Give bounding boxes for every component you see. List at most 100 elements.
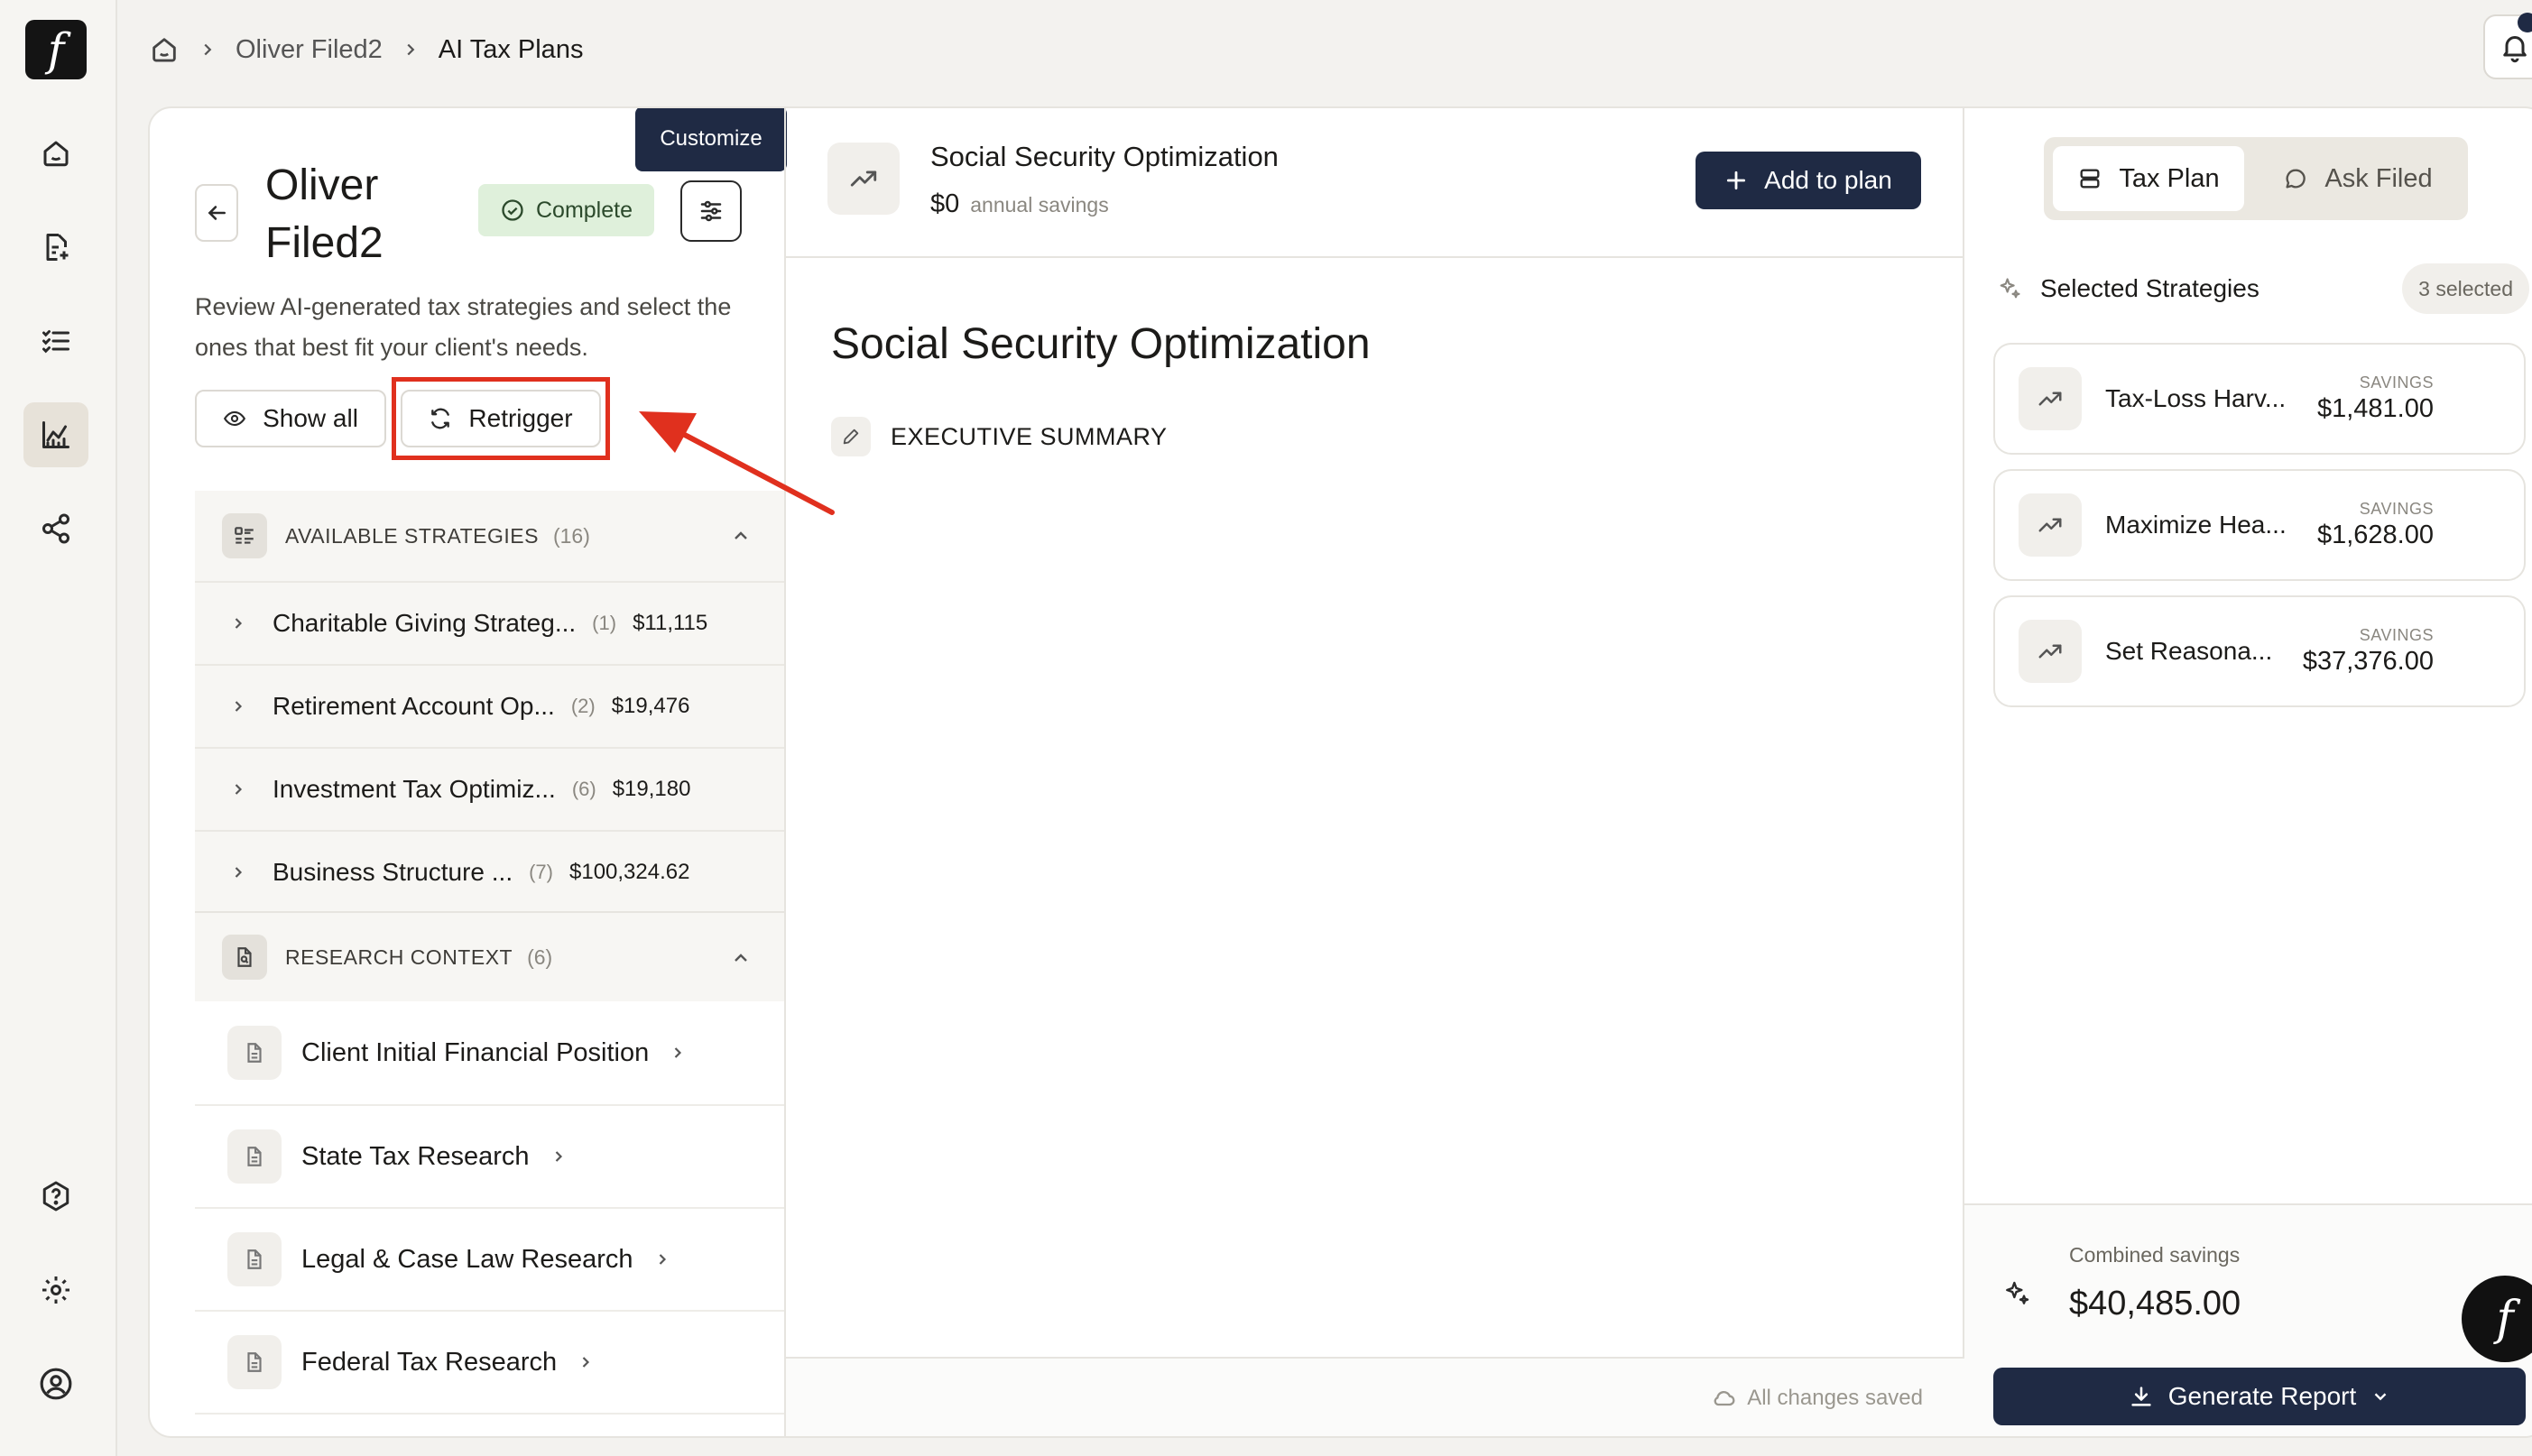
research-item-label: Client Initial Financial Position (301, 1037, 650, 1067)
savings-value: $1,481.00 (2316, 394, 2434, 423)
strategy-category-name: Business Structure ... (273, 858, 513, 886)
nav-help[interactable] (23, 1164, 88, 1229)
tab-tax-plan[interactable]: Tax Plan (2053, 146, 2244, 211)
nav-settings[interactable] (23, 1258, 88, 1322)
plus-icon (1724, 169, 1748, 192)
layers-icon (2077, 166, 2102, 191)
eye-icon (223, 407, 246, 430)
trending-up-icon (2019, 367, 2082, 430)
strategy-detail-panel: Social Security Optimization $0 annual s… (784, 108, 1964, 1436)
sparkle-icon (1997, 276, 2022, 301)
selected-strategy-name: Set Reasona... (2105, 637, 2273, 665)
document-icon (227, 1026, 282, 1080)
combined-savings-label: Combined savings (2069, 1243, 2241, 1267)
back-button[interactable] (195, 184, 238, 242)
executive-summary-section[interactable]: EXECUTIVE SUMMARY (831, 417, 1168, 456)
breadcrumb-client[interactable]: Oliver Filed2 (236, 35, 383, 65)
panel-tabs: Tax Plan Ask Filed (2044, 137, 2468, 220)
strategy-panel: Customize Oliver Filed2 Complete Review … (150, 108, 787, 1436)
nav-documents[interactable] (23, 215, 88, 280)
bell-icon (2499, 31, 2531, 63)
highlight-box (392, 377, 610, 460)
nav-home[interactable] (23, 121, 88, 186)
selected-strategies-header: Selected Strategies 3 selected (1997, 260, 2529, 318)
strategy-category-name: Charitable Giving Strateg... (273, 609, 577, 637)
research-item[interactable]: Federal Tax Research (195, 1310, 784, 1413)
savings-label: SAVINGS (2359, 626, 2434, 644)
annotation-arrow (639, 411, 835, 515)
chevron-up-icon (730, 947, 752, 969)
nav-share[interactable] (23, 496, 88, 561)
chevron-right-icon (653, 1250, 671, 1268)
panel-description: Review AI-generated tax strategies and s… (195, 293, 732, 361)
research-item-label: State Tax Research (301, 1141, 530, 1171)
detail-title: Social Security Optimization (930, 141, 1279, 172)
selected-strategies-title: Selected Strategies (2040, 274, 2259, 302)
app-logo[interactable]: f (25, 20, 87, 79)
research-item[interactable]: State Tax Research (195, 1104, 784, 1207)
customize-button[interactable] (680, 180, 742, 242)
chevron-right-icon (401, 40, 420, 60)
executive-summary-label: EXECUTIVE SUMMARY (891, 422, 1168, 450)
selected-strategy-card[interactable]: Maximize Hea... SAVINGS $1,628.00 (1993, 469, 2526, 581)
customize-tooltip: Customize (635, 108, 787, 171)
nav-account[interactable] (23, 1351, 88, 1416)
breadcrumb: Oliver Filed2 AI Tax Plans (149, 27, 583, 72)
nav-rail: f (0, 0, 117, 1456)
save-status: All changes saved (1711, 1386, 1923, 1411)
strategy-category-count: (6) (571, 778, 596, 800)
research-item[interactable]: Legal & Case Law Research (195, 1207, 784, 1310)
show-all-button[interactable]: Show all (195, 390, 386, 447)
add-to-plan-button[interactable]: Add to plan (1696, 152, 1921, 209)
tab-ask-filed[interactable]: Ask Filed (2257, 146, 2459, 211)
sparkle-icon (2002, 1279, 2031, 1308)
strategy-category-count: (7) (529, 861, 553, 883)
trend-icon-box (827, 143, 900, 215)
document-search-icon (222, 935, 267, 980)
tab-tax-plan-label: Tax Plan (2119, 163, 2220, 193)
arrow-left-icon (205, 201, 228, 225)
chevron-right-icon (669, 1044, 687, 1062)
home-icon[interactable] (149, 34, 180, 65)
status-label: Complete (536, 197, 633, 223)
client-name: Oliver Filed2 (265, 161, 383, 267)
generate-report-button[interactable]: Generate Report (1993, 1368, 2526, 1425)
savings-value: $37,376.00 (2302, 647, 2434, 676)
strategy-category-row[interactable]: Retirement Account Op... (2) $19,476 (195, 664, 784, 747)
selected-strategy-savings: SAVINGS $1,481.00 (2317, 373, 2434, 424)
home-icon (40, 137, 72, 170)
chevron-right-icon (229, 614, 247, 632)
nav-checklist[interactable] (23, 309, 88, 373)
download-icon (2129, 1384, 2154, 1409)
trending-up-icon (2019, 493, 2082, 557)
savings-label: SAVINGS (2359, 373, 2434, 392)
status-badge: Complete (478, 184, 654, 236)
research-item[interactable] (195, 1413, 784, 1436)
selected-strategy-savings: SAVINGS $37,376.00 (2303, 626, 2434, 677)
available-strategies-count: (16) (552, 523, 590, 548)
chevron-right-icon (229, 780, 247, 798)
strategy-category-amount: $11,115 (633, 611, 708, 635)
trending-up-icon (848, 163, 879, 194)
check-circle-icon (500, 198, 525, 223)
strategy-category-row[interactable]: Business Structure ... (7) $100,324.62 (195, 830, 784, 913)
document-title: Social Security Optimization (831, 320, 1371, 368)
strategy-category-amount: $19,476 (611, 694, 690, 718)
research-context-header[interactable]: RESEARCH CONTEXT (6) (195, 911, 784, 1001)
selected-count-badge: 3 selected (2402, 263, 2529, 314)
selected-strategy-card[interactable]: Tax-Loss Harv... SAVINGS $1,481.00 (1993, 343, 2526, 455)
strategy-category-row[interactable]: Investment Tax Optimiz... (6) $19,180 (195, 747, 784, 830)
nav-tax-plans[interactable] (23, 402, 88, 467)
combined-savings-value: $40,485.00 (2069, 1285, 2241, 1322)
strategy-category-row[interactable]: Charitable Giving Strateg... (1) $11,115 (195, 581, 784, 664)
selected-strategy-card[interactable]: Set Reasona... SAVINGS $37,376.00 (1993, 595, 2526, 707)
sliders-icon (698, 198, 725, 225)
help-icon (40, 1180, 72, 1212)
plan-panel: Tax Plan Ask Filed Selected Strategies 3… (1964, 108, 2532, 1436)
chat-bubble-icon (2283, 166, 2308, 191)
savings-label: SAVINGS (2359, 500, 2434, 518)
annual-savings-label: annual savings (970, 193, 1109, 217)
share-icon (40, 512, 72, 545)
research-item[interactable]: Client Initial Financial Position (195, 1001, 784, 1104)
strategy-category-name: Investment Tax Optimiz... (273, 775, 556, 803)
